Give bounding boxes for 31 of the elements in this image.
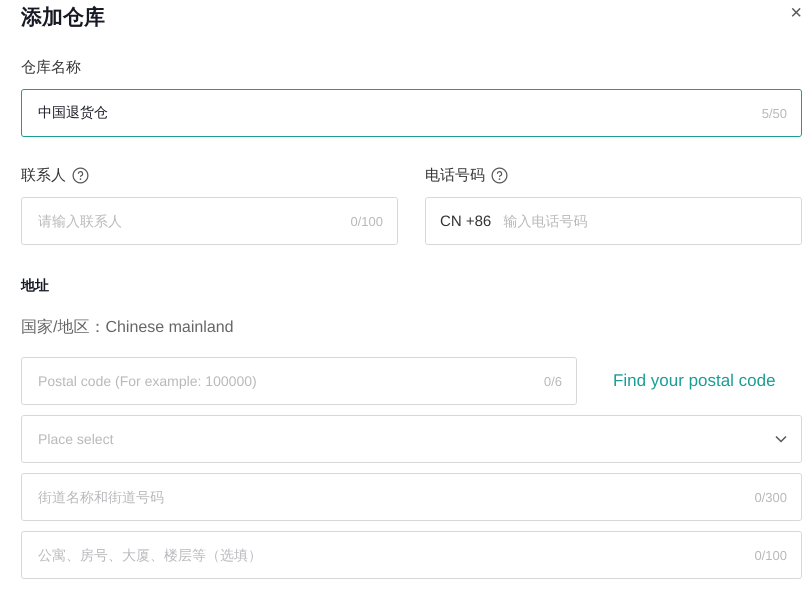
place-select[interactable]: Place select xyxy=(21,415,802,463)
text-input[interactable]: 中国退货仓 xyxy=(36,104,752,122)
chevron-down-icon xyxy=(775,435,787,443)
phone-field[interactable]: CN +86 输入电话号码 xyxy=(425,197,802,245)
character-counter: 0/300 xyxy=(754,490,787,504)
close-button[interactable]: × xyxy=(790,4,802,22)
text-input[interactable]: 输入电话号码 xyxy=(501,212,787,230)
character-counter: 0/100 xyxy=(350,214,383,228)
region-text: 国家/地区：Chinese mainland xyxy=(21,318,235,338)
apartment-field[interactable]: 公寓、房号、大厦、楼层等（选填） 0/100 xyxy=(21,531,802,579)
postal-code-field[interactable]: Postal code (For example: 100000) 0/6 xyxy=(21,357,577,405)
field-label: 联系人 xyxy=(21,166,66,184)
field-label: 电话号码 xyxy=(425,166,485,184)
section-heading: 地址 xyxy=(21,277,50,295)
character-counter: 0/100 xyxy=(754,548,787,562)
character-counter: 5/50 xyxy=(762,106,787,120)
help-icon[interactable] xyxy=(72,166,89,184)
help-icon[interactable] xyxy=(491,166,508,184)
text-input[interactable]: Postal code (For example: 100000) xyxy=(36,372,534,390)
name-field[interactable]: 中国退货仓 5/50 xyxy=(21,89,802,137)
text-input[interactable]: 公寓、房号、大厦、楼层等（选填） xyxy=(36,546,744,564)
text-input[interactable]: 请输入联系人 xyxy=(36,212,340,230)
character-counter: 0/6 xyxy=(544,374,562,388)
text-input[interactable]: 街道名称和街道号码 xyxy=(36,488,744,506)
postal-code-link[interactable]: Find your postal code xyxy=(613,371,776,391)
field-label: 仓库名称 xyxy=(21,58,81,76)
dialog-title: 添加仓库 xyxy=(21,4,105,31)
street-field[interactable]: 街道名称和街道号码 0/300 xyxy=(21,473,802,521)
country-code: CN +86 xyxy=(440,212,492,230)
text-input[interactable]: Place select xyxy=(36,430,765,448)
contact-field[interactable]: 请输入联系人 0/100 xyxy=(21,197,398,245)
